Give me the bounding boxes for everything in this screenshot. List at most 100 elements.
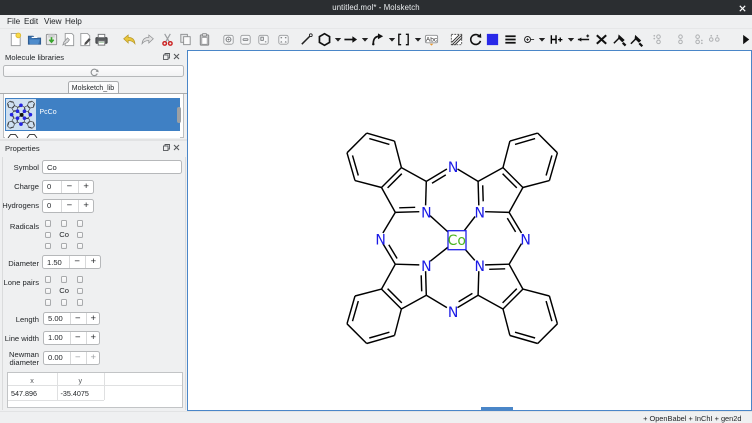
nitrogen-atom-label[interactable]: N	[421, 205, 431, 221]
save-button[interactable]	[43, 31, 61, 48]
paste-button[interactable]	[196, 31, 214, 48]
hydrogens-increment-button[interactable]: +	[78, 200, 95, 212]
nitrogen-atom-label[interactable]: N	[475, 205, 485, 221]
newman-diameter-increment-button[interactable]: +	[86, 352, 102, 364]
nitrogen-atom-label[interactable]: N	[375, 232, 385, 248]
toolbar-overflow-button[interactable]	[737, 31, 752, 48]
close-window-button[interactable]	[739, 5, 746, 12]
plus-minus-tool-button[interactable]	[575, 31, 593, 48]
zoom-in-button[interactable]	[220, 31, 238, 48]
lone-pairs-checkbox[interactable]	[45, 288, 52, 295]
radicals-checkbox[interactable]	[77, 232, 84, 239]
library-item-partial[interactable]	[5, 131, 180, 138]
library-item-pcco[interactable]: PcCo	[5, 98, 180, 132]
title-bar[interactable]: untitled.mol* - Molsketch	[0, 0, 752, 15]
line-width-decrement-button[interactable]: −	[70, 332, 86, 344]
diameter-increment-button[interactable]: +	[85, 256, 101, 268]
dropdown-arrow-button[interactable]	[360, 31, 368, 48]
new-document-button[interactable]	[7, 31, 25, 48]
hydrogens-decrement-button[interactable]: −	[61, 200, 78, 212]
radicals-checkbox[interactable]	[77, 243, 84, 250]
cut-button[interactable]	[159, 31, 177, 48]
bracket-tool-button[interactable]	[395, 31, 413, 48]
libraries-close-button[interactable]	[173, 53, 180, 60]
dropdown-arrow-button[interactable]	[387, 31, 395, 48]
library-scrollbar[interactable]	[177, 107, 181, 123]
line-width-spinbox[interactable]: 1.00 − +	[43, 331, 100, 345]
lone-pairs-checkbox[interactable]	[61, 299, 68, 306]
symbol-input[interactable]: Co	[42, 160, 182, 175]
text-tool-button[interactable]: Abc	[423, 31, 441, 48]
charge-decrement-button[interactable]: −	[61, 181, 78, 193]
radicals-checkbox[interactable]	[77, 220, 84, 227]
dropdown-arrow-button[interactable]	[333, 31, 341, 48]
radicals-checkbox[interactable]	[61, 220, 68, 227]
dock-splitter[interactable]	[0, 139, 187, 141]
charge-increment-button[interactable]: +	[78, 181, 95, 193]
drawing-canvas[interactable]: N N N N N N N N Co	[187, 50, 752, 411]
line-width-button[interactable]	[502, 31, 520, 48]
zoom-out-button[interactable]	[237, 31, 255, 48]
line-width-increment-button[interactable]: +	[86, 332, 102, 344]
newman-diameter-spinbox[interactable]: 0.00 − +	[43, 351, 100, 365]
dropdown-arrow-button[interactable]	[537, 31, 545, 48]
library-tab[interactable]: Molsketch_lib	[68, 81, 119, 94]
draw-tool-button[interactable]	[298, 31, 316, 48]
menu-edit[interactable]: Edit	[24, 17, 38, 26]
radicals-checkbox[interactable]	[45, 243, 52, 250]
properties-close-button[interactable]	[173, 144, 180, 151]
zoom-original-button[interactable]	[255, 31, 273, 48]
ring-tool-button[interactable]	[316, 31, 334, 48]
newman-diameter-decrement-button[interactable]: −	[70, 352, 86, 364]
lone-pairs-checkbox[interactable]	[77, 288, 84, 295]
nitrogen-atom-label[interactable]: N	[421, 259, 431, 275]
nitrogen-atom-label[interactable]: N	[475, 259, 485, 275]
save-as-button[interactable]	[60, 31, 78, 48]
radicals-checkbox[interactable]	[45, 220, 52, 227]
diameter-spinbox[interactable]: 1.50 − +	[42, 255, 101, 269]
zoom-fit-button[interactable]	[275, 31, 293, 48]
nitrogen-atom-label[interactable]: N	[520, 232, 530, 248]
undo-button[interactable]	[121, 31, 139, 48]
length-spinbox[interactable]: 5.00 − +	[43, 312, 100, 326]
length-decrement-button[interactable]: −	[70, 313, 86, 325]
lone-pairs-checkbox[interactable]	[45, 276, 52, 283]
menu-view[interactable]: View	[44, 17, 62, 26]
nitrogen-atom-label[interactable]: N	[448, 159, 458, 175]
menu-file[interactable]: File	[7, 17, 20, 26]
mechanism-arrow-button[interactable]	[369, 31, 387, 48]
rotate-tool-button[interactable]	[467, 31, 485, 48]
hydrogen-tool-button[interactable]	[548, 31, 566, 48]
mechanics-tool-button[interactable]	[611, 31, 629, 48]
delete-tool-button[interactable]	[593, 31, 611, 48]
dropdown-arrow-button[interactable]	[566, 31, 574, 48]
lone-pairs-checkbox[interactable]	[77, 299, 84, 306]
reaction-arrow-button[interactable]	[342, 31, 360, 48]
coord-cell[interactable]: -35.4075	[61, 389, 89, 398]
hatch-tool-button[interactable]	[448, 31, 466, 48]
radicals-checkbox[interactable]	[61, 243, 68, 250]
properties-float-button[interactable]	[163, 144, 170, 151]
open-folder-button[interactable]	[26, 31, 44, 48]
coordinates-table[interactable]: xy547.896-35.4075	[7, 372, 183, 408]
color-swatch-button[interactable]	[484, 31, 502, 48]
dropdown-arrow-button[interactable]	[413, 31, 421, 48]
radicals-checkbox[interactable]	[45, 232, 52, 239]
diameter-decrement-button[interactable]: −	[69, 256, 85, 268]
length-increment-button[interactable]: +	[86, 313, 102, 325]
refresh-libraries-button[interactable]	[3, 65, 184, 77]
lone-pairs-checkbox[interactable]	[45, 299, 52, 306]
nitrogen-atom-label[interactable]: N	[448, 304, 458, 320]
coord-cell[interactable]: 547.896	[11, 389, 37, 398]
charge-tool-button[interactable]	[520, 31, 538, 48]
lone-pairs-checkbox[interactable]	[77, 276, 84, 283]
menu-help[interactable]: Help	[65, 17, 82, 26]
copy-button[interactable]	[177, 31, 195, 48]
charge-spinbox[interactable]: 0 − +	[42, 180, 94, 194]
hydrogens-spinbox[interactable]: 0 − +	[42, 199, 94, 213]
cobalt-atom-label[interactable]: Co	[448, 233, 466, 249]
lone-pairs-checkbox[interactable]	[61, 276, 68, 283]
print-button[interactable]	[93, 31, 111, 48]
mechanics2-tool-button[interactable]	[628, 31, 646, 48]
redo-button[interactable]	[139, 31, 157, 48]
